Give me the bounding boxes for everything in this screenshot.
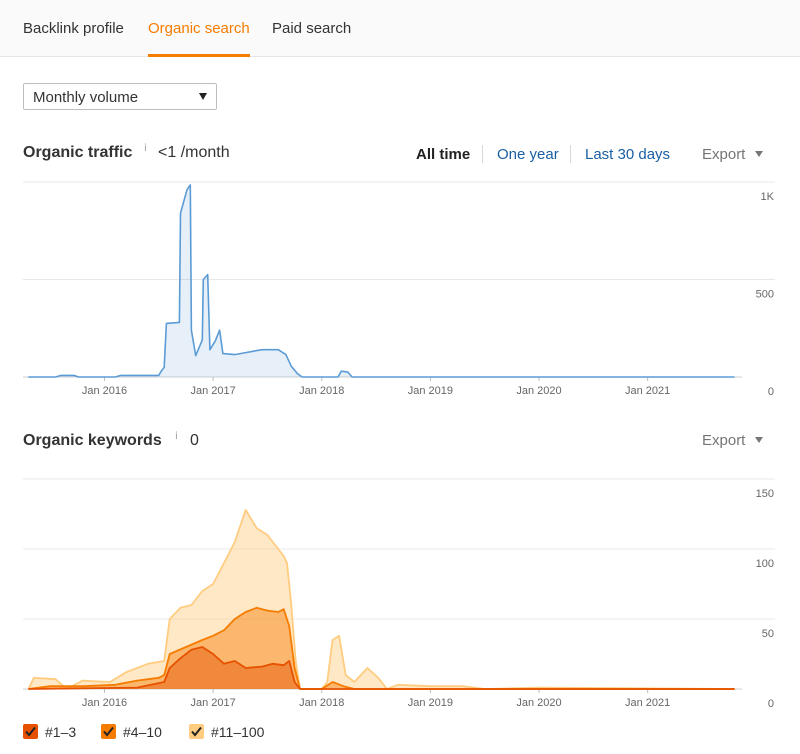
- checkbox-checked-icon: [189, 724, 204, 739]
- organic-traffic-chart: 1K 500 0 Jan 2016 Jan 2017 Jan 2018 Jan 2019 Ja…: [23, 181, 775, 398]
- x-tick-label: Jan 2016: [82, 385, 127, 397]
- legend-top-3[interactable]: #1–3: [23, 723, 93, 741]
- range-one-year[interactable]: One year: [497, 146, 559, 163]
- y-tick-label: 0: [768, 698, 774, 710]
- checkbox-checked-icon: [101, 724, 116, 739]
- volume-select[interactable]: Monthly volume: [23, 83, 217, 110]
- checkbox-checked-icon: [23, 724, 38, 739]
- series-line: [27, 508, 735, 690]
- traffic-export-button[interactable]: Export: [702, 146, 764, 163]
- x-tick-label: Jan 2017: [190, 697, 235, 709]
- x-tick-label: Jan 2020: [516, 697, 561, 709]
- organic-keywords-chart: 150 100 50 0 Jan 2016 Jan 2017 Jan 2018 Jan 201…: [23, 478, 775, 710]
- series-area: [28, 184, 735, 377]
- x-tick-label: Jan 2020: [516, 385, 561, 397]
- x-tick-label: Jan 2018: [299, 385, 344, 397]
- export-label: Export: [702, 146, 746, 163]
- y-tick-label: 50: [762, 628, 774, 640]
- tab-backlink-profile[interactable]: Backlink profile: [23, 20, 124, 37]
- organic-keywords-value: 0: [190, 432, 199, 449]
- legend-label: #1–3: [45, 724, 77, 740]
- caret-down-icon: [755, 151, 764, 157]
- caret-down-icon: [199, 93, 207, 100]
- legend-top-4-10[interactable]: #4–10: [101, 723, 181, 741]
- y-tick-label: 500: [756, 289, 774, 301]
- y-tick-label: 100: [756, 558, 774, 570]
- info-icon[interactable]: i: [175, 431, 178, 442]
- x-tick-label: Jan 2018: [299, 697, 344, 709]
- caret-down-icon: [755, 437, 764, 443]
- x-tick-label: Jan 2021: [625, 385, 670, 397]
- range-all-time[interactable]: All time: [416, 146, 470, 163]
- y-tick-label: 150: [756, 488, 774, 500]
- active-tab-indicator: [148, 54, 250, 57]
- x-tick-label: Jan 2019: [408, 385, 453, 397]
- organic-keywords-title: Organic keywords: [23, 432, 162, 449]
- series-line: [28, 184, 735, 378]
- tab-organic-search[interactable]: Organic search: [148, 20, 250, 37]
- range-last-30-days[interactable]: Last 30 days: [585, 146, 670, 163]
- legend-label: #4–10: [123, 724, 162, 740]
- y-tick-label: 1K: [761, 191, 775, 203]
- y-tick-label: 0: [768, 386, 774, 398]
- export-label: Export: [702, 432, 746, 449]
- x-tick-label: Jan 2016: [82, 697, 127, 709]
- organic-traffic-value: <1 /month: [158, 144, 230, 161]
- legend-top-11-100[interactable]: #11–100: [189, 723, 279, 741]
- volume-select-value: Monthly volume: [33, 89, 139, 106]
- report-tabs: Backlink profile Organic search Paid sea…: [0, 0, 800, 57]
- range-divider: [482, 145, 483, 163]
- series-area: [28, 509, 735, 689]
- x-tick-label: Jan 2021: [625, 697, 670, 709]
- x-tick-label: Jan 2017: [190, 385, 235, 397]
- legend-label: #11–100: [211, 724, 265, 740]
- info-icon[interactable]: i: [144, 143, 147, 154]
- tab-paid-search[interactable]: Paid search: [272, 20, 351, 37]
- keywords-export-button[interactable]: Export: [702, 432, 764, 449]
- range-divider: [570, 145, 571, 163]
- organic-traffic-title: Organic traffic: [23, 144, 133, 161]
- x-tick-label: Jan 2019: [408, 697, 453, 709]
